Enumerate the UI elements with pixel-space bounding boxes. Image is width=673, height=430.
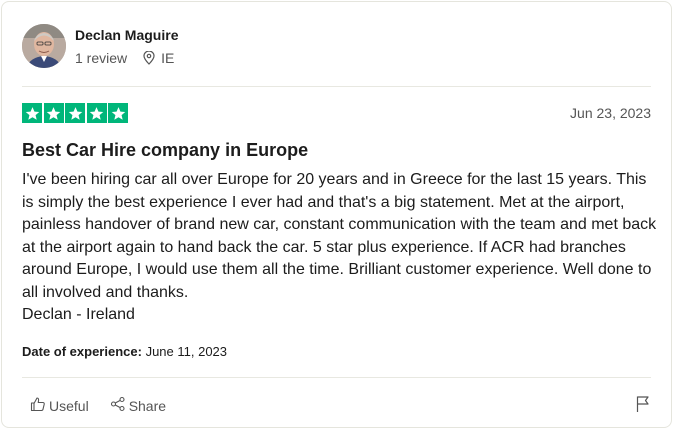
reviewer-meta: 1 review IE — [75, 49, 178, 67]
reviewer-header: Declan Maguire 1 review IE — [22, 24, 178, 68]
star-icon — [108, 103, 128, 123]
avatar[interactable] — [22, 24, 66, 68]
star-icon — [22, 103, 42, 123]
reviewer-country: IE — [161, 49, 175, 66]
share-button[interactable]: Share — [110, 396, 166, 415]
experience-label: Date of experience: — [22, 344, 142, 359]
reviewer-name[interactable]: Declan Maguire — [75, 26, 178, 44]
flag-icon — [635, 396, 651, 417]
review-actions: Useful Share — [30, 396, 166, 415]
thumbs-up-icon — [30, 396, 49, 415]
review-title[interactable]: Best Car Hire company in Europe — [22, 139, 308, 161]
share-label: Share — [128, 397, 167, 414]
reviewer-info: Declan Maguire 1 review IE — [75, 26, 178, 67]
useful-label: Useful — [49, 397, 89, 414]
share-icon — [110, 396, 129, 415]
divider — [22, 86, 651, 87]
review-date: Jun 23, 2023 — [570, 105, 651, 121]
review-card: Declan Maguire 1 review IE Jun 23, 2023 … — [1, 1, 672, 428]
user-photo-icon — [22, 24, 66, 68]
report-button[interactable] — [635, 395, 651, 418]
experience-date: June 11, 2023 — [145, 344, 228, 359]
date-of-experience: Date of experience: June 11, 2023 — [22, 344, 227, 360]
star-icon — [43, 103, 64, 123]
location-pin-icon — [143, 50, 155, 65]
review-count: 1 review — [75, 49, 128, 66]
star-icon — [86, 103, 107, 123]
divider — [22, 377, 651, 378]
useful-button[interactable]: Useful — [30, 396, 89, 415]
star-icon — [65, 103, 85, 123]
star-rating — [22, 103, 130, 123]
review-body: I've been hiring car all over Europe for… — [22, 171, 657, 323]
